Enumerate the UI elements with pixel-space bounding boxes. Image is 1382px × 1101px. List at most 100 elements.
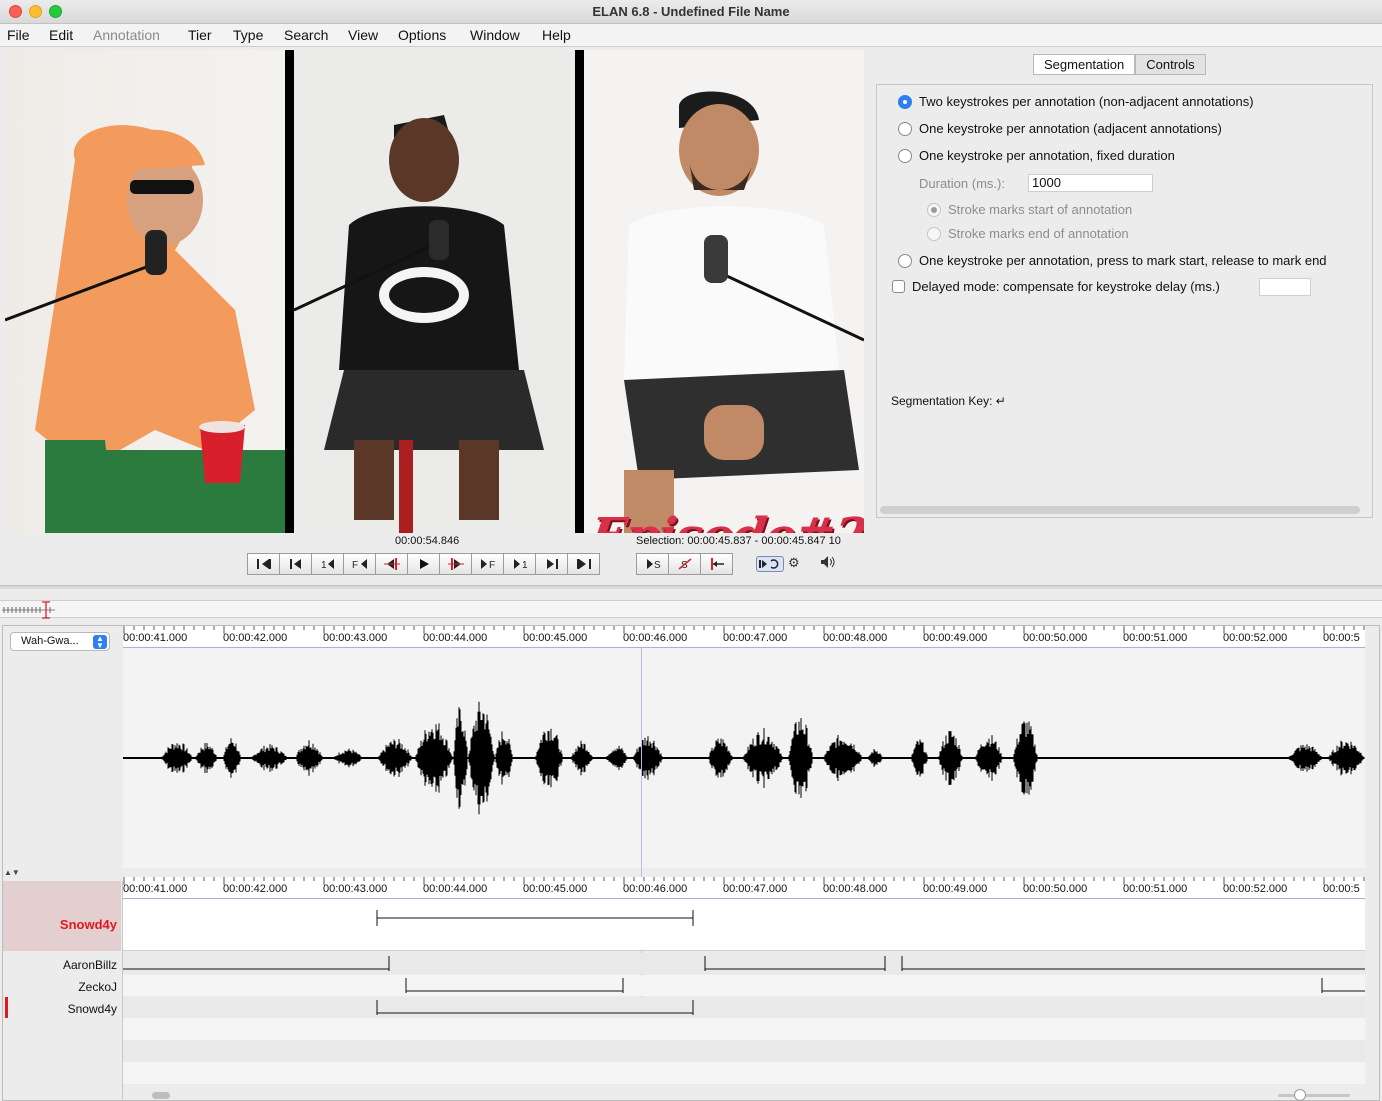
annotation-spans[interactable] [123, 975, 1365, 996]
waveform-viewer[interactable] [122, 648, 1365, 868]
previous-frame-button[interactable]: 1 [311, 553, 344, 575]
play-selection-button[interactable]: S [636, 553, 669, 575]
gear-icon[interactable]: ⚙ [788, 555, 800, 571]
radio-button[interactable] [898, 148, 912, 163]
option-press-release[interactable]: One keystroke per annotation, press to m… [898, 253, 1327, 268]
active-tier-label[interactable]: Snowd4y [3, 917, 121, 932]
timeline-horizontal-scrollbar[interactable] [152, 1092, 170, 1099]
volume-icon[interactable] [820, 555, 836, 572]
frame-back-button[interactable]: F [343, 553, 376, 575]
ruler-tick-label: 00:00:45.000 [523, 883, 588, 895]
duration-label: Duration (ms.): [919, 176, 1005, 191]
tier-label-zeckoj[interactable]: ZeckoJ [3, 980, 121, 994]
menu-help[interactable]: Help [542, 27, 571, 43]
time-ruler-top[interactable]: 00:00:41.000 00:00:42.000 00:00:43.000 00:0… [123, 626, 1365, 648]
go-to-end-button[interactable] [567, 553, 600, 575]
episode-overlay-text: Episode#26 [586, 508, 864, 533]
go-to-selection-begin-button[interactable] [700, 553, 733, 575]
ruler-tick-label: 00:00:43.000 [323, 632, 388, 644]
option-fixed-duration[interactable]: One keystroke per annotation, fixed dura… [898, 148, 1175, 163]
collapse-arrows-icon[interactable]: ▲▼ [4, 868, 20, 877]
menu-file[interactable]: File [7, 27, 30, 43]
annotation-spans[interactable] [123, 997, 1365, 1018]
ruler-tick-label: 00:00:51.000 [1123, 883, 1188, 895]
ruler-tick-label: 00:00:50.000 [1023, 632, 1088, 644]
go-to-begin-button[interactable] [247, 553, 280, 575]
annotation-span[interactable] [123, 899, 1365, 951]
ruler-tick-label: 00:00:44.000 [423, 632, 488, 644]
ruler-tick-label: 00:00:46.000 [623, 632, 688, 644]
tier-label-column [122, 881, 123, 1101]
menu-view[interactable]: View [348, 27, 378, 43]
option-stroke-start: Stroke marks start of annotation [927, 202, 1132, 217]
menu-search[interactable]: Search [284, 27, 328, 43]
tier-label-aaronbillz[interactable]: AaronBillz [3, 958, 121, 972]
zoom-slider-thumb[interactable] [1294, 1089, 1306, 1101]
segmentation-panel: Two keystrokes per annotation (non-adjac… [876, 84, 1373, 518]
option-two-keystrokes[interactable]: Two keystrokes per annotation (non-adjac… [898, 94, 1254, 109]
tier-row-aaronbillz[interactable] [123, 953, 1365, 974]
next-second-button[interactable] [535, 553, 568, 575]
panel-divider [285, 50, 294, 533]
zoom-slider[interactable] [1278, 1089, 1350, 1101]
ruler-tick-label: 00:00:42.000 [223, 883, 288, 895]
option-label: One keystroke per annotation (adjacent a… [919, 121, 1222, 136]
selection-controls: S S [636, 553, 733, 575]
option-one-keystroke-adjacent[interactable]: One keystroke per annotation (adjacent a… [898, 121, 1222, 136]
delay-field[interactable] [1259, 278, 1311, 296]
waveform [122, 701, 1365, 815]
radio-button-selected[interactable] [898, 94, 912, 109]
active-tier-row[interactable] [123, 899, 1365, 951]
active-tier-label-bg [3, 881, 121, 951]
return-key-icon: ↵ [995, 394, 1006, 408]
tab-controls[interactable]: Controls [1135, 54, 1206, 75]
ruler-tick-label: 00:00:41.000 [123, 883, 188, 895]
timeline-overview[interactable] [0, 600, 1382, 619]
radio-button[interactable] [898, 121, 912, 136]
loop-mode-icon[interactable] [756, 556, 784, 572]
menu-options[interactable]: Options [398, 27, 446, 43]
tier-row-zeckoj[interactable] [123, 975, 1365, 996]
menu-annotation[interactable]: Annotation [93, 27, 160, 43]
next-frame-button[interactable]: 1 [503, 553, 536, 575]
person-middle-figure [293, 115, 544, 533]
person-right-figure [624, 91, 864, 533]
menu-tier[interactable]: Tier [188, 27, 212, 43]
svg-text:1: 1 [522, 560, 528, 570]
ruler-tick-label: 00:00:47.000 [723, 632, 788, 644]
play-button[interactable] [407, 553, 440, 575]
key-label: Segmentation Key: [891, 394, 993, 408]
frame-forward-button[interactable]: F [471, 553, 504, 575]
option-label: Stroke marks start of annotation [948, 202, 1133, 217]
media-select-dropdown[interactable]: Wah-Gwa... ▲ ▼ [10, 632, 110, 651]
menu-window[interactable]: Window [470, 27, 520, 43]
checkbox-label: Delayed mode: compensate for keystroke d… [912, 279, 1220, 294]
tab-segmentation[interactable]: Segmentation [1033, 54, 1136, 75]
horizontal-scrollbar[interactable] [880, 506, 1360, 514]
selection-end-button[interactable] [439, 553, 472, 575]
ruler-tick-label: 00:00:49.000 [923, 632, 988, 644]
annotation-spans[interactable] [123, 953, 1365, 974]
selection-start-button[interactable] [375, 553, 408, 575]
menu-type[interactable]: Type [233, 27, 263, 43]
time-ruler-bottom[interactable]: 00:00:41.000 00:00:42.000 00:00:43.000 00:0… [123, 877, 1365, 899]
duration-field[interactable]: 1000 [1028, 174, 1153, 192]
ruler-tick-label: 00:00:45.000 [523, 632, 588, 644]
option-label: One keystroke per annotation, press to m… [919, 253, 1327, 268]
tier-label-snowd4y[interactable]: Snowd4y [3, 1002, 121, 1016]
radio-button[interactable] [898, 253, 912, 268]
menu-edit[interactable]: Edit [49, 27, 73, 43]
title-bar: ELAN 6.8 - Undefined File Name [0, 0, 1382, 24]
radio-button-disabled [927, 202, 941, 217]
delayed-mode-checkbox[interactable]: Delayed mode: compensate for keystroke d… [892, 279, 1220, 294]
checkbox[interactable] [892, 280, 905, 293]
pane-splitter[interactable] [0, 585, 1382, 589]
tier-row-snowd4y[interactable] [123, 997, 1365, 1018]
video-viewer[interactable]: Episode#26 [5, 50, 864, 533]
current-time: 00:00:54.846 [395, 535, 460, 547]
ruler-tick-label: 00:00:42.000 [223, 632, 288, 644]
empty-tier-row [123, 1062, 1365, 1084]
previous-second-button[interactable] [279, 553, 312, 575]
empty-tier-row [123, 1040, 1365, 1062]
clear-selection-button[interactable]: S [668, 553, 701, 575]
